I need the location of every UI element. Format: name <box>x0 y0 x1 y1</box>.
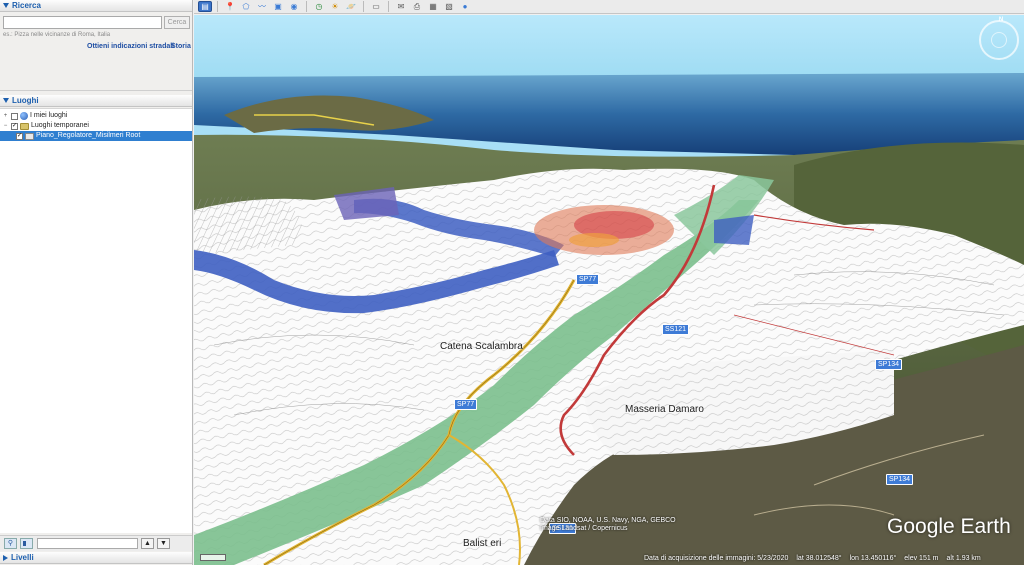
navigation-compass[interactable]: N <box>979 17 1019 60</box>
imagery-date: Data di acquisizione delle immagini: 5/2… <box>644 555 789 562</box>
toolbar-separator <box>217 1 218 12</box>
panel-divider[interactable] <box>0 90 192 93</box>
ruler-icon[interactable]: ▭ <box>369 1 383 12</box>
earth-3d-view[interactable]: SP77 SS121 SP134 SP134 SS121 SP77 Catena… <box>194 15 1024 565</box>
print-icon[interactable]: ⎙ <box>410 1 424 12</box>
tree-item-label: I miei luoghi <box>30 112 68 119</box>
image-overlay-icon[interactable]: ▣ <box>271 1 285 12</box>
search-input[interactable] <box>3 16 162 29</box>
attribution-line: Image Landsat / Copernicus <box>540 525 628 532</box>
google-earth-window: Ricerca Cerca es.: Pizza nelle vicinanze… <box>0 0 1024 565</box>
checkbox[interactable] <box>11 112 18 120</box>
latitude-readout: lat 38.012548° <box>796 555 842 562</box>
collapse-triangle-icon <box>3 3 9 8</box>
search-panel-title: Ricerca <box>12 0 41 10</box>
search-hint: es.: Pizza nelle vicinanze di Roma, Ital… <box>3 32 111 38</box>
place-label: Catena Scalambra <box>440 341 523 352</box>
places-panel-header[interactable]: Luoghi <box>0 95 192 107</box>
main-toolbar: ▤ 📍 ⬠ 〰 ▣ ◉ ◷ ☀ 🪐 ▭ ✉ ⎙ ▦ ▧ ● <box>194 0 1024 14</box>
move-down-button[interactable]: ▼ <box>157 538 170 549</box>
tree-item-label: Luoghi temporanei <box>31 122 89 129</box>
history-link[interactable]: Storia <box>171 43 191 50</box>
compass-north-label: N <box>998 17 1004 23</box>
tree-item-temporary-places[interactable]: − ✓ Luoghi temporanei <box>0 121 192 131</box>
longitude-readout: lon 13.450116° <box>849 555 897 562</box>
layers-panel-header[interactable]: Livelli <box>0 552 192 564</box>
search-button[interactable]: Cerca <box>164 16 190 29</box>
expand-triangle-icon <box>3 554 8 561</box>
overlay-icon <box>25 132 34 140</box>
compass-ring-icon[interactable] <box>991 32 1007 48</box>
path-icon[interactable]: 〰 <box>255 1 269 12</box>
places-panel-title: Luoghi <box>12 95 39 105</box>
toolbar-separator <box>306 1 307 12</box>
checkbox[interactable]: ✓ <box>11 122 18 130</box>
expand-icon[interactable]: + <box>2 111 9 121</box>
placemark-icon[interactable]: 📍 <box>223 1 237 12</box>
tree-item-label: Piano_Regolatore_Misilmeri Root <box>36 132 141 139</box>
tree-item-plan-root[interactable]: ✓ Piano_Regolatore_Misilmeri Root <box>0 131 192 141</box>
collapse-triangle-icon <box>3 98 9 103</box>
toolbar-separator <box>363 1 364 12</box>
place-label: Masseria Damaro <box>625 404 704 415</box>
view-in-maps-icon[interactable]: ▧ <box>442 1 456 12</box>
tree-item-my-places[interactable]: + I miei luoghi <box>0 111 192 121</box>
earth-icon[interactable]: ● <box>458 1 472 12</box>
places-filter-input[interactable] <box>37 538 138 549</box>
checkbox[interactable]: ✓ <box>16 132 23 140</box>
search-panel-header[interactable]: Ricerca <box>0 0 192 12</box>
attribution: Data SIO, NOAA, U.S. Navy, NGA, GEBCO Im… <box>540 517 676 533</box>
directions-link[interactable]: Ottieni indicazioni stradali <box>87 43 174 50</box>
eye-altitude-readout: alt 1.93 km <box>946 555 981 562</box>
historical-imagery-icon[interactable]: ◷ <box>312 1 326 12</box>
attribution-line: Data SIO, NOAA, U.S. Navy, NGA, GEBCO <box>540 517 676 524</box>
collapse-icon[interactable]: − <box>2 121 9 131</box>
elevation-readout: elev 151 m <box>904 555 939 562</box>
road-label: SP77 <box>454 399 478 410</box>
status-bar: Data di acquisizione delle immagini: 5/2… <box>644 555 981 562</box>
road-label: SS121 <box>662 324 690 335</box>
google-earth-logo: Google Earth <box>887 515 1011 538</box>
email-icon[interactable]: ✉ <box>394 1 408 12</box>
polygon-icon[interactable]: ⬠ <box>239 1 253 12</box>
planets-icon[interactable]: 🪐 <box>344 1 358 12</box>
folder-icon <box>20 122 29 130</box>
layers-panel-title: Livelli <box>11 552 34 562</box>
road-label: SP134 <box>875 359 903 370</box>
road-label: SP77 <box>576 274 600 285</box>
panel-toggle-icon[interactable] <box>20 538 33 549</box>
scale-legend-icon <box>200 554 226 561</box>
sunlight-icon[interactable]: ☀ <box>328 1 342 12</box>
search-places-icon[interactable]: ⚲ <box>4 538 17 549</box>
my-places-icon <box>20 112 28 120</box>
toolbar-separator <box>388 1 389 12</box>
record-tour-icon[interactable]: ◉ <box>287 1 301 12</box>
move-up-button[interactable]: ▲ <box>141 538 154 549</box>
left-sidebar: Ricerca Cerca es.: Pizza nelle vicinanze… <box>0 0 193 565</box>
places-tree: + I miei luoghi − ✓ Luoghi temporanei ✓ … <box>0 108 192 533</box>
road-label: SP134 <box>886 474 914 485</box>
places-bottom-toolbar: ⚲ ▲ ▼ <box>0 535 192 551</box>
sidebar-toggle-icon[interactable]: ▤ <box>198 1 212 12</box>
place-label: Balist eri <box>463 538 502 549</box>
save-image-icon[interactable]: ▦ <box>426 1 440 12</box>
